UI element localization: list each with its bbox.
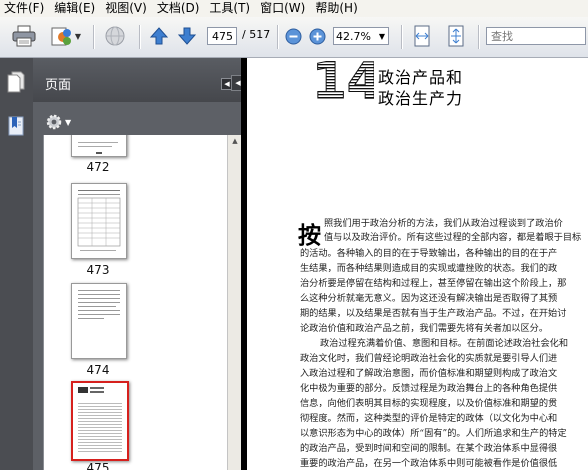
text-line: 政治文化时，我们曾经论明政治社会化的实质就是要引导人们进 — [300, 353, 558, 364]
next-page-button[interactable] — [175, 23, 199, 49]
panel-header: 页面 ◀ — [33, 58, 241, 102]
page-number-input[interactable] — [207, 27, 237, 45]
share-dropdown-icon[interactable]: ▼ — [75, 32, 81, 41]
thumbnail-scrollbar[interactable]: ▲ — [227, 135, 242, 470]
menu-edit[interactable]: 编辑(E) — [50, 0, 101, 17]
zoom-select[interactable]: ▼ — [333, 27, 389, 45]
fit-width-icon — [414, 25, 430, 47]
text-line: 治分析要是停留在结构和过程上，甚至停留在输出这个阶段上，那 — [300, 278, 567, 289]
scrolling-mode-button[interactable] — [409, 23, 435, 49]
pages-panel: 页面 ◀ ▼ 472 473 474 475 ▲ ◀ — [33, 58, 245, 470]
zoom-out-button[interactable] — [283, 23, 303, 49]
fit-page-icon — [448, 25, 464, 47]
globe-icon — [105, 26, 125, 46]
toolbar-separator — [401, 25, 402, 49]
menu-view[interactable]: 视图(V) — [101, 0, 153, 17]
page-preview-image — [78, 290, 120, 319]
page-thumbnail-selected[interactable] — [71, 381, 129, 461]
thumbnail-label: 474 — [86, 363, 110, 377]
pages-panel-button[interactable] — [5, 70, 27, 94]
share-icon — [51, 27, 71, 46]
toolbar-separator — [139, 25, 140, 49]
text-line: 彻程度。然而，这种类型的评价是特定的政体（以文化为中心和 — [300, 413, 558, 424]
previous-page-button[interactable] — [147, 23, 171, 49]
chapter-number-graphic: 14 — [312, 58, 374, 102]
bookmark-icon — [8, 116, 24, 136]
text-line: 值与以及政治评价。所有这些过程的全部内容，都是着眼于目标 — [324, 232, 582, 243]
page-thumbnail[interactable] — [71, 283, 127, 359]
text-line: 期的结果，以及结果是否就有当于生产政治产品。不过，在开始讨 — [300, 308, 567, 319]
text-line: 政治过程充满着价值、意图和目标。在前面论述政治社会化和 — [320, 338, 569, 349]
zoom-in-button[interactable] — [307, 23, 327, 49]
options-dropdown-icon[interactable]: ▼ — [65, 118, 71, 127]
scroll-up-icon[interactable]: ▲ — [230, 137, 240, 147]
document-left-border — [241, 58, 247, 470]
panel-title: 页面 — [45, 78, 72, 93]
gear-icon — [46, 114, 62, 130]
chapter-number: 14 — [312, 58, 374, 102]
menu-bar: 文件(F) 编辑(E) 视图(V) 文档(D) 工具(T) 窗口(W) 帮助(H… — [0, 0, 588, 17]
collaborate-button[interactable] — [100, 23, 130, 49]
menu-file[interactable]: 文件(F) — [0, 0, 50, 17]
fit-page-button[interactable] — [443, 23, 469, 49]
page-preview-image — [77, 190, 121, 251]
arrow-up-icon — [149, 27, 169, 45]
text-line: 以意识形态为中心的政体）所“固有”的。人们所追求和生产的特定 — [300, 428, 567, 439]
text-line: 的政治产品，受到时间和空间的限制。在某个政治体系中显得很 — [300, 443, 558, 454]
page-thumbnail[interactable] — [71, 135, 127, 157]
text-line: 的活动。各种输入的目的在于导致输出，各种输出的目的在于产 — [300, 248, 558, 259]
bookmarks-panel-button[interactable] — [5, 114, 27, 138]
menu-tools[interactable]: 工具(T) — [205, 0, 256, 17]
text-line: 么这种分析就毫无意义。因为这还没有解决输出是否取得了其预 — [300, 293, 558, 304]
thumbnail-label: 472 — [86, 160, 110, 174]
text-line: 入政治过程和了解政治意图，而价值标准和期望则构成了政治文 — [300, 368, 558, 379]
toolbar: ▼ / 517 ▼ — [0, 17, 588, 58]
text-line: 信息，向他们表明其目标的实现程度，以及价值标准和期望的贯 — [300, 398, 558, 409]
search-input[interactable] — [486, 27, 586, 45]
thumbnail-label: 475 — [86, 461, 110, 470]
thumbnail-list[interactable]: 472 473 474 475 — [43, 135, 228, 470]
text-line: 重要的政治产品，在另一个政治体系中则可能被看作是价值很低 — [300, 458, 558, 469]
toolbar-separator — [277, 25, 278, 49]
chapter-title-line-2: 政治生产力 — [378, 89, 464, 108]
arrow-down-icon — [177, 27, 197, 45]
toolbar-separator — [478, 25, 479, 49]
navigation-rail — [0, 58, 33, 470]
zoom-input[interactable] — [334, 29, 376, 43]
printer-icon — [12, 25, 36, 47]
page-total: / 517 — [242, 28, 271, 41]
toolbar-separator — [93, 25, 94, 49]
pages-icon — [7, 71, 25, 93]
text-line: 化中极为重要的部分。反馈过程是为政治舞台上的各种角色提供 — [300, 383, 558, 394]
thumbnail-label: 473 — [86, 263, 110, 277]
text-line: 论政治价值和政治产品之前，我们需要先将有关者加以区分。 — [300, 323, 549, 334]
menu-help[interactable]: 帮助(H) — [311, 0, 363, 17]
page-thumbnail[interactable] — [71, 183, 127, 259]
chevron-down-icon[interactable]: ▼ — [376, 28, 388, 44]
options-button[interactable]: ▼ — [45, 112, 71, 132]
drop-cap: 按 — [298, 222, 321, 249]
page-preview-image — [78, 142, 118, 154]
menu-document[interactable]: 文档(D) — [153, 0, 206, 17]
menu-window[interactable]: 窗口(W) — [256, 0, 311, 17]
print-button[interactable] — [10, 23, 38, 49]
text-line: 照我们用于政治分析的方法，我们从政治过程谈到了政治价 — [324, 218, 563, 229]
zoom-in-icon — [309, 28, 325, 44]
share-button[interactable]: ▼ — [46, 23, 84, 49]
page-preview-image — [78, 387, 122, 452]
text-line: 生结果，而各种结果则造成目的实现或遭挫败的状态。我们的政 — [300, 263, 558, 274]
zoom-out-icon — [285, 28, 301, 44]
